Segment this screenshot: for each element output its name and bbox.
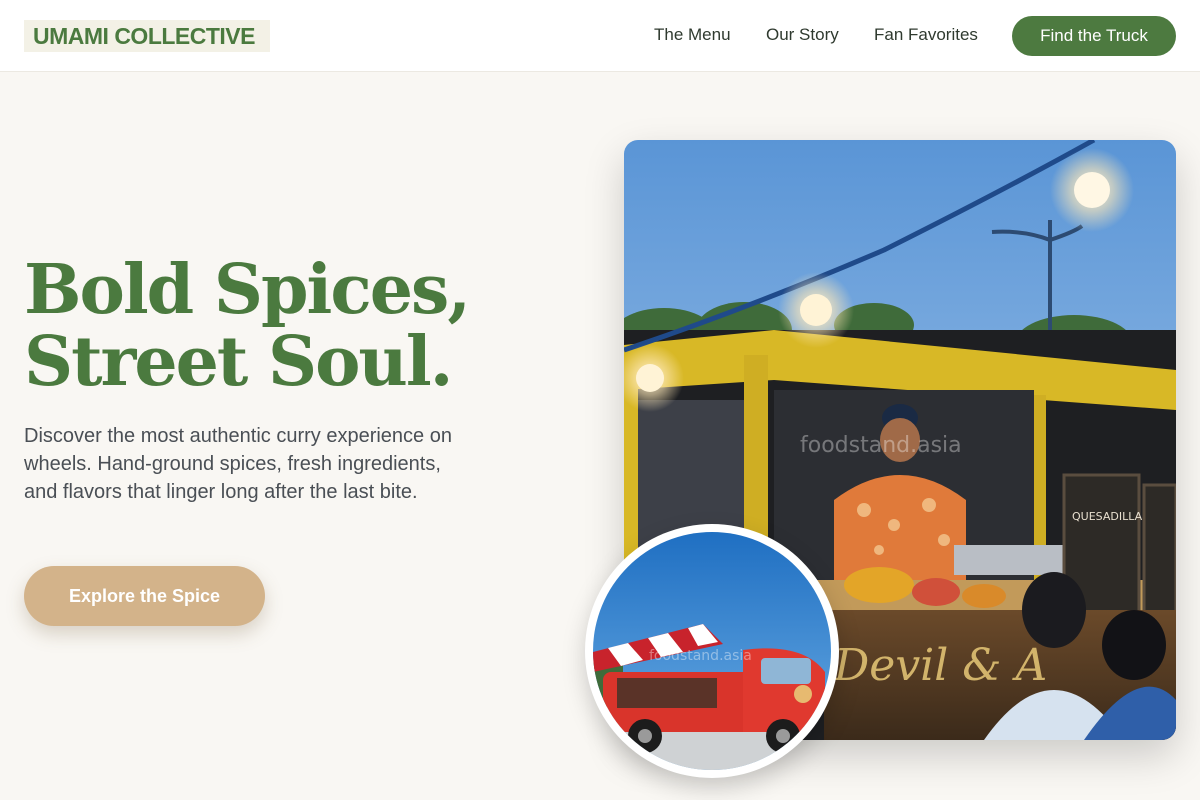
top-navbar: UMAMI COLLECTIVE The Menu Our Story Fan … bbox=[0, 0, 1200, 72]
nav-link-fan-favorites[interactable]: Fan Favorites bbox=[874, 24, 978, 46]
inset-photo-frame: foodstand.asia bbox=[585, 524, 839, 778]
find-the-truck-button[interactable]: Find the Truck bbox=[1012, 16, 1176, 56]
hero-description: Discover the most authentic curry experi… bbox=[24, 425, 452, 503]
red-truck-photo: foodstand.asia bbox=[593, 532, 831, 770]
brand-logo[interactable]: UMAMI COLLECTIVE bbox=[24, 20, 270, 52]
truck-sign-text: Devil & A bbox=[833, 640, 1047, 691]
nav-link-our-story[interactable]: Our Story bbox=[766, 24, 839, 46]
photo-watermark: foodstand.asia bbox=[800, 433, 962, 458]
menu-board-text: QUESADILLA bbox=[1072, 510, 1143, 523]
headline-line-1: Bold Spices, bbox=[24, 250, 471, 330]
inset-watermark: foodstand.asia bbox=[649, 648, 752, 664]
nav-link-menu[interactable]: The Menu bbox=[654, 24, 731, 46]
hero-headline: Bold Spices, Street Soul. bbox=[24, 254, 584, 398]
headline-line-2: Street Soul. bbox=[24, 322, 453, 402]
explore-the-spice-button[interactable]: Explore the Spice bbox=[24, 566, 265, 626]
red-van-scene: foodstand.asia bbox=[593, 532, 831, 770]
